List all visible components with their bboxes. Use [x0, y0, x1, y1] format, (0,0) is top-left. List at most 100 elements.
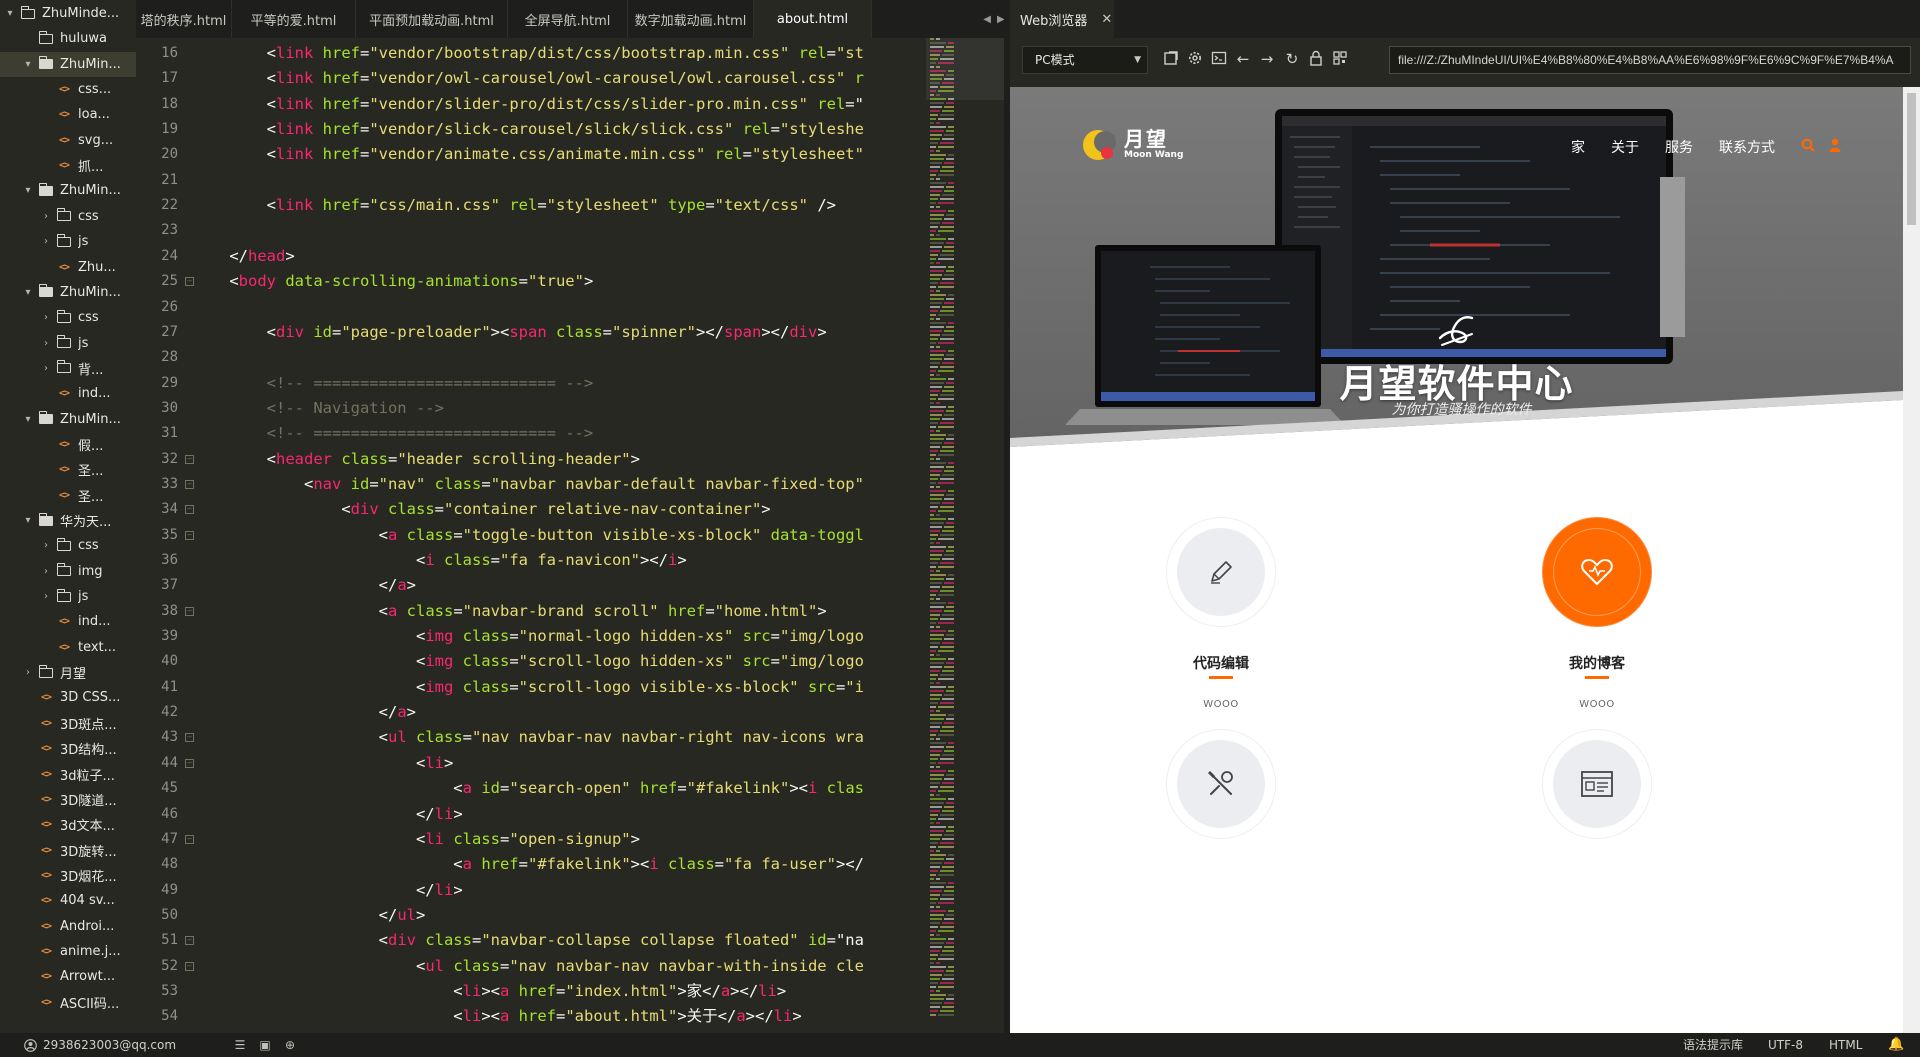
refresh-icon[interactable]: ↻ [1283, 50, 1301, 68]
tree-folder-item[interactable]: › js [0, 584, 136, 609]
tree-folder-item[interactable]: › 月望 [0, 660, 136, 685]
editor-tab[interactable]: 塔的秩序.html [136, 0, 232, 38]
code-line[interactable]: </ul> [192, 903, 426, 928]
forward-arrow-icon[interactable]: → [1258, 50, 1276, 68]
code-line[interactable]: <nav id="nav" class="navbar navbar-defau… [192, 472, 864, 497]
fold-toggle-icon[interactable]: − [185, 479, 194, 489]
site-logo[interactable]: 月望 Moon Wang [1082, 127, 1183, 163]
qr-code-icon[interactable] [1331, 50, 1349, 68]
code-line[interactable]: </head> [192, 244, 294, 269]
tree-file-item[interactable]: <> 3D隧道... [0, 787, 136, 812]
chevron-right-icon[interactable]: › [40, 312, 52, 323]
code-line[interactable]: <link href="css/main.css" rel="styleshee… [192, 193, 836, 218]
feature-circle-code-edit[interactable] [1166, 517, 1276, 627]
page-scrollbar-thumb[interactable] [1907, 93, 1916, 225]
editor-tab[interactable]: 全屏导航.html [508, 0, 628, 38]
code-line[interactable]: <img class="normal-logo hidden-xs" src="… [192, 624, 864, 649]
chevron-right-icon[interactable]: › [40, 363, 52, 374]
tree-file-item[interactable]: <> 抓... [0, 153, 136, 178]
fold-toggle-icon[interactable]: − [185, 505, 194, 515]
code-line[interactable]: <a href="#fakelink"><i class="fa fa-user… [192, 852, 864, 877]
tree-folder-item[interactable]: ▾ ZhuMin... [0, 178, 136, 203]
tree-folder-item[interactable]: › js [0, 331, 136, 356]
chevron-down-icon[interactable]: ▾ [4, 8, 16, 19]
code-line[interactable]: <link href="vendor/owl-carousel/owl-caro… [192, 66, 864, 91]
tree-file-item[interactable]: <> 3D斑点... [0, 711, 136, 736]
tree-folder-item[interactable]: › img [0, 559, 136, 584]
tree-folder-item[interactable]: › css [0, 305, 136, 330]
chevron-right-icon[interactable]: › [40, 338, 52, 349]
code-line[interactable]: </a> [192, 573, 416, 598]
chevron-down-icon[interactable]: ▾ [22, 59, 34, 70]
tab-scroll-left-icon[interactable]: ◀ [983, 14, 991, 25]
fold-toggle-icon[interactable]: − [185, 530, 194, 540]
code-line[interactable]: <li><a href="index.html">家</a></li> [192, 979, 786, 1004]
tree-file-item[interactable]: <> 3D结构... [0, 736, 136, 761]
nav-link-about[interactable]: 关于 [1611, 137, 1639, 157]
code-line[interactable]: <img class="scroll-logo hidden-xs" src="… [192, 649, 864, 674]
open-external-icon[interactable] [1162, 50, 1180, 68]
fold-toggle-icon[interactable]: − [185, 277, 194, 287]
language-mode[interactable]: HTML [1829, 1033, 1862, 1057]
tree-file-item[interactable]: <> Arrowt... [0, 964, 136, 989]
chevron-down-icon[interactable]: ▾ [22, 287, 34, 298]
tree-folder-item[interactable]: ▾ 华为天... [0, 508, 136, 533]
devtools-console-icon[interactable] [1210, 50, 1228, 68]
code-line[interactable]: <a class="navbar-brand scroll" href="hom… [192, 599, 827, 624]
code-line[interactable]: <i class="fa fa-navicon"></i> [192, 548, 687, 573]
feature-circle-tools[interactable] [1166, 729, 1276, 839]
feature-circle-blog[interactable] [1542, 517, 1652, 627]
tree-file-item[interactable]: <> anime.j... [0, 939, 136, 964]
code-line[interactable]: <body data-scrolling-animations="true"> [192, 269, 593, 294]
code-line[interactable]: <ul class="nav navbar-nav navbar-right n… [192, 725, 864, 750]
file-tree[interactable]: ▾ ZhuMinde... huluwa ▾ ZhuMin... <> css... <> lo… [0, 0, 136, 1033]
feature-circle-web[interactable] [1542, 729, 1652, 839]
tree-file-item[interactable]: <> 3d文本... [0, 812, 136, 837]
code-line[interactable]: <a id="search-open" href="#fakelink"><i … [192, 776, 864, 801]
code-line[interactable]: <div class="navbar-collapse collapse flo… [192, 928, 864, 953]
tree-file-item[interactable]: <> Androi... [0, 914, 136, 939]
code-line[interactable]: <header class="header scrolling-header"> [192, 447, 640, 472]
tree-file-item[interactable]: <> 3D旋转... [0, 838, 136, 863]
tree-folder-item[interactable]: › css [0, 204, 136, 229]
minimap[interactable] [926, 38, 1004, 1038]
tree-folder-item[interactable]: ▾ ZhuMin... [0, 51, 136, 77]
back-arrow-icon[interactable]: ← [1234, 50, 1252, 68]
code-line[interactable]: <div id="page-preloader"><span class="sp… [192, 320, 827, 345]
code-line[interactable]: <div class="container relative-nav-conta… [192, 497, 770, 522]
user-icon[interactable] [1829, 138, 1841, 156]
fold-toggle-icon[interactable]: − [185, 961, 194, 971]
fold-toggle-icon[interactable]: − [185, 834, 194, 844]
nav-link-services[interactable]: 服务 [1665, 137, 1693, 157]
fold-toggle-icon[interactable]: − [185, 606, 194, 616]
chevron-right-icon[interactable]: › [40, 236, 52, 247]
fold-toggle-icon[interactable]: − [185, 454, 194, 464]
code-line[interactable]: <link href="vendor/slider-pro/dist/css/s… [192, 92, 864, 117]
tree-file-item[interactable]: <> svg... [0, 128, 136, 153]
globe-icon[interactable]: ⊕ [282, 1037, 298, 1053]
chevron-right-icon[interactable]: › [40, 566, 52, 577]
address-bar[interactable]: file:///Z:/ZhuMIndeUI/UI%E4%B8%80%E4%B8%… [1389, 46, 1911, 74]
code-line[interactable]: <li> [192, 751, 453, 776]
chevron-down-icon[interactable]: ▾ [22, 185, 34, 196]
settings-gear-icon[interactable] [1186, 50, 1204, 68]
code-line[interactable]: <img class="scroll-logo visible-xs-block… [192, 675, 864, 700]
editor-tab[interactable]: about.html [754, 0, 872, 38]
lock-icon[interactable] [1307, 50, 1325, 68]
tree-file-item[interactable]: <> ASCII码... [0, 990, 136, 1015]
code-line[interactable]: <li class="open-signup"> [192, 827, 640, 852]
chevron-down-icon[interactable]: ▾ [22, 414, 34, 425]
tree-file-item[interactable]: <> 3d粒子... [0, 762, 136, 787]
account-status[interactable]: 2938623003@qq.com [24, 1033, 176, 1057]
tree-file-item[interactable]: <> 3D CSS... [0, 685, 136, 710]
bell-icon[interactable]: 🔔 [1888, 1033, 1904, 1057]
code-line[interactable]: <!-- ========================== --> [192, 371, 594, 396]
tree-folder-item[interactable]: ▾ ZhuMinde... [0, 1, 136, 26]
code-line[interactable]: <!-- ========================== --> [192, 421, 594, 446]
tree-file-item[interactable]: <> 假... [0, 432, 136, 457]
close-icon[interactable]: ✕ [1101, 12, 1112, 27]
chevron-right-icon[interactable]: › [40, 211, 52, 222]
nav-link-contact[interactable]: 联系方式 [1719, 137, 1775, 157]
encoding-indicator[interactable]: UTF-8 [1768, 1033, 1803, 1057]
tree-file-item[interactable]: <> 404 sv... [0, 888, 136, 913]
